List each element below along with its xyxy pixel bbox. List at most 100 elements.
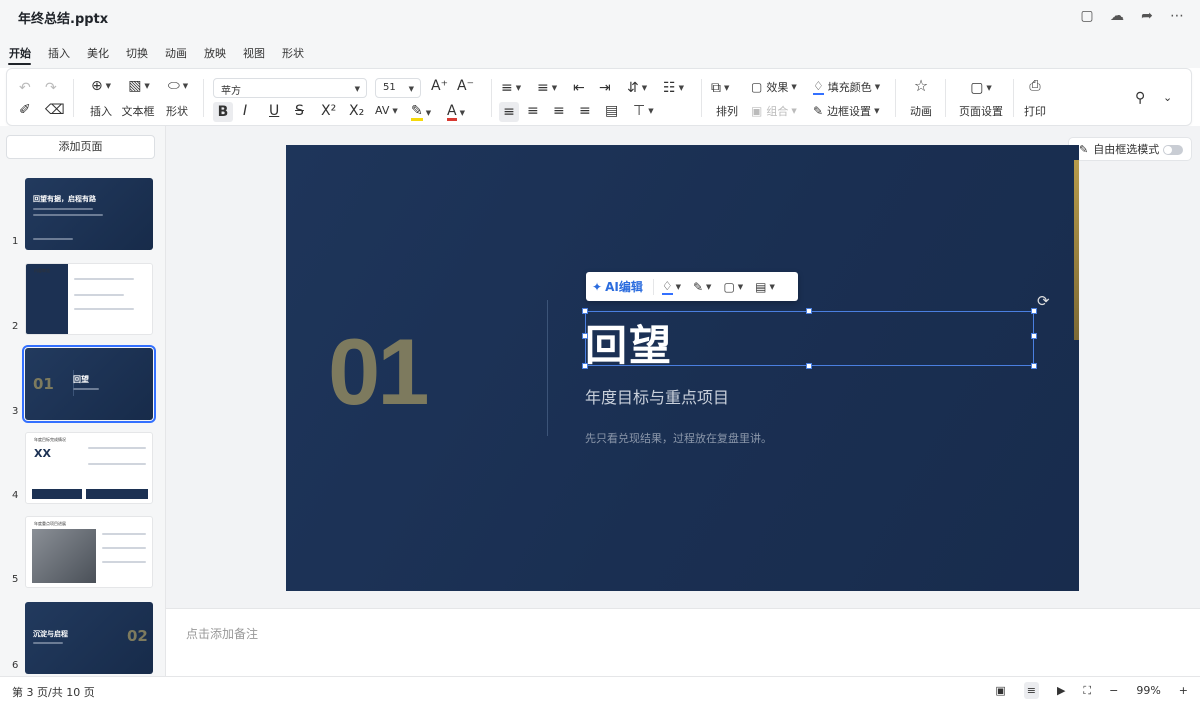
font-name-select[interactable]: 苹方 ▼ [213, 78, 367, 98]
print-button[interactable]: 打印 [1017, 103, 1053, 119]
page-indicator: 第 3 页/共 10 页 [12, 686, 95, 699]
print-icon[interactable]: ⎙ [1017, 79, 1053, 93]
thumbnail-number: 5 [12, 574, 19, 585]
cloud-upload-icon[interactable]: ☁ [1108, 7, 1126, 25]
font-size-select[interactable]: 51 ▼ [375, 78, 421, 98]
strikethrough-icon[interactable]: S [295, 104, 304, 118]
align-right-icon[interactable]: ≡ [553, 104, 565, 118]
eraser-icon[interactable]: ⌫ [45, 103, 65, 117]
animation-icon[interactable]: ☆ [903, 78, 939, 94]
ai-edit-button[interactable]: ✦ AI编辑 [592, 278, 643, 295]
distribute-icon[interactable]: ▤ [605, 104, 618, 118]
char-spacing-icon[interactable]: AV ▼ [375, 104, 398, 118]
border-pen-icon[interactable]: ✎ ▼ [693, 280, 711, 294]
shape-icon[interactable]: ⬭ ▼ [162, 79, 194, 93]
save-icon[interactable]: ▢ [1078, 7, 1096, 25]
menu-slideshow[interactable]: 放映 [203, 34, 234, 68]
free-select-mode-toggle[interactable]: ✎ 自由框选模式 [1068, 137, 1192, 161]
slide-accent-bar [1074, 160, 1079, 340]
textbox-button[interactable]: 文本框 [117, 103, 159, 119]
subscript-icon[interactable]: X₂ [349, 104, 364, 118]
fit-window-icon[interactable]: ⛶ [1083, 684, 1091, 698]
font-decrease-icon[interactable]: A⁻ [457, 79, 474, 93]
animation-button[interactable]: 动画 [903, 103, 939, 119]
menu-beautify[interactable]: 美化 [86, 34, 117, 68]
bullet-list-icon[interactable]: ≡ ▼ [501, 81, 521, 95]
effect-button[interactable]: ▢ 效果 ▼ [751, 79, 797, 95]
search-icon[interactable]: ⚲ [1135, 91, 1145, 105]
page-setup-icon[interactable]: ▢ ▼ [957, 81, 1005, 95]
speaker-notes-area[interactable]: 点击添加备注 [166, 608, 1200, 676]
zoom-in-icon[interactable]: + [1179, 684, 1188, 697]
slide-thumbnail-3[interactable]: 01 回望 [22, 345, 156, 423]
resize-handle-l[interactable] [582, 333, 588, 339]
undo-icon[interactable]: ↶ [19, 81, 31, 95]
align-center-icon[interactable]: ≡ [527, 104, 539, 118]
fill-color-button[interactable]: ♢ 填充颜色 ▼ [813, 79, 880, 95]
vertical-align-icon[interactable]: ⊤ ▼ [633, 104, 654, 118]
menu-shape[interactable]: 形状 [281, 34, 312, 68]
rotate-handle-icon[interactable]: ⟳ [1037, 292, 1050, 310]
slide-thumbnail-2[interactable]: 内容审览 [25, 263, 153, 335]
page-setup-button[interactable]: 页面设置 [953, 103, 1009, 119]
line-spacing-icon[interactable]: ⇵ ▼ [627, 81, 647, 95]
shape-button[interactable]: 形状 [159, 103, 195, 119]
toggle-switch[interactable] [1163, 145, 1183, 155]
menu-animation[interactable]: 动画 [164, 34, 195, 68]
resize-handle-r[interactable] [1031, 333, 1037, 339]
border-settings-button[interactable]: ✎ 边框设置 ▼ [813, 103, 879, 119]
insert-button[interactable]: 插入 [83, 103, 119, 119]
bold-icon[interactable]: B [213, 102, 233, 122]
share-icon[interactable]: ➦ [1138, 7, 1156, 25]
slide-thumbnail-4[interactable]: 年度目标完成情况 XX [25, 432, 153, 504]
shadow-box-icon[interactable]: ▢ ▼ [723, 280, 743, 294]
add-page-button[interactable]: 添加页面 [6, 135, 155, 159]
slide-subtitle[interactable]: 年度目标与重点项目 [585, 384, 729, 408]
more-icon[interactable]: ⋯ [1168, 7, 1186, 25]
slide-thumbnail-panel: 添加页面 回望有据，启程有路 1 内容审览 2 01 回望 3 年度目标完成情况… [0, 126, 166, 676]
format-painter-icon[interactable]: ✐ [19, 103, 31, 117]
columns-icon[interactable]: ☷ ▼ [663, 81, 684, 95]
highlight-icon[interactable]: ✎ ▼ [411, 104, 431, 121]
group-button[interactable]: ▣ 组合 ▼ [751, 103, 797, 119]
menu-transition[interactable]: 切换 [125, 34, 156, 68]
font-increase-icon[interactable]: A⁺ [431, 79, 448, 93]
fill-bucket-icon[interactable]: ♢ ▼ [661, 279, 681, 295]
notes-view-icon[interactable]: ≡ [1023, 682, 1039, 699]
menu-insert[interactable]: 插入 [47, 34, 78, 68]
resize-handle-br[interactable] [1031, 363, 1037, 369]
slide-thumbnail-5[interactable]: 年度重点项目进展 [25, 516, 153, 588]
italic-icon[interactable]: I [243, 104, 247, 118]
redo-icon[interactable]: ↷ [45, 81, 57, 95]
selection-box[interactable] [585, 311, 1034, 366]
slide-section-number[interactable]: 01 [328, 318, 430, 426]
insert-add-icon[interactable]: ⊕ ▼ [85, 79, 117, 93]
justify-icon[interactable]: ≡ [579, 104, 591, 118]
superscript-icon[interactable]: X² [321, 104, 336, 118]
resize-handle-tl[interactable] [582, 308, 588, 314]
arrange-button[interactable]: 排列 [711, 103, 743, 119]
font-color-icon[interactable]: A ▼ [447, 104, 465, 121]
resize-handle-bl[interactable] [582, 363, 588, 369]
decrease-indent-icon[interactable]: ⇤ [573, 81, 585, 95]
align-object-icon[interactable]: ▤ ▼ [755, 280, 775, 294]
zoom-out-icon[interactable]: − [1109, 684, 1118, 697]
resize-handle-b[interactable] [806, 363, 812, 369]
underline-icon[interactable]: U [269, 104, 279, 118]
increase-indent-icon[interactable]: ⇥ [599, 81, 611, 95]
align-left-icon[interactable]: ≡ [499, 102, 519, 122]
normal-view-icon[interactable]: ▣ [995, 684, 1005, 697]
textbox-icon[interactable]: ▧ ▼ [123, 79, 155, 93]
numbered-list-icon[interactable]: ≡ ▼ [537, 81, 557, 95]
thumbnail-number: 2 [12, 321, 19, 332]
slide-thumbnail-1[interactable]: 回望有据，启程有路 [25, 178, 153, 250]
menu-start[interactable]: 开始 [8, 34, 39, 68]
arrange-icon[interactable]: ⧉ ▼ [711, 81, 729, 95]
resize-handle-t[interactable] [806, 308, 812, 314]
slide-note[interactable]: 先只看兑现结果，过程放在复盘里讲。 [585, 430, 772, 446]
zoom-level[interactable]: 99% [1136, 684, 1160, 697]
play-icon[interactable]: ▶ [1057, 684, 1065, 697]
slide-thumbnail-6[interactable]: 沉淀与启程 02 [25, 602, 153, 674]
menu-view[interactable]: 视图 [242, 34, 273, 68]
collapse-ribbon-icon[interactable]: ⌄ [1163, 91, 1172, 105]
